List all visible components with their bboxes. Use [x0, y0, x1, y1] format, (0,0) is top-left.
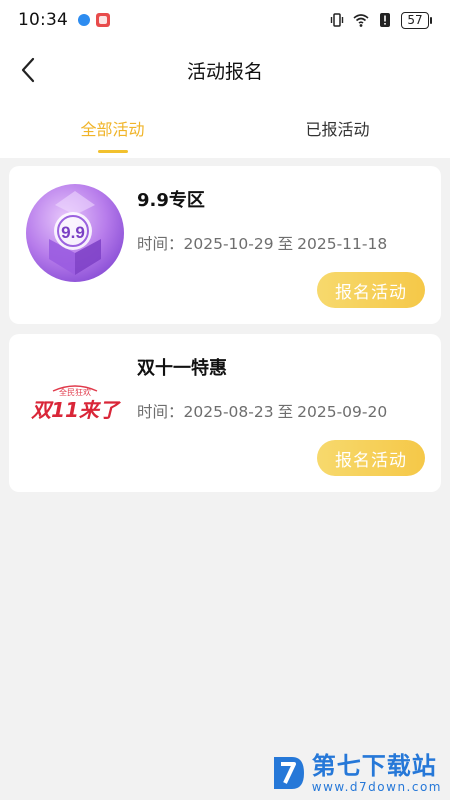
notification-dot-icon [78, 14, 90, 26]
wifi-icon [353, 14, 369, 27]
activity-title: 9.9专区 [137, 190, 205, 211]
status-time: 10:34 [18, 10, 68, 30]
page-title: 活动报名 [186, 60, 263, 83]
vibrate-icon [330, 13, 344, 27]
thumb-text: 双11来了 [30, 398, 122, 422]
activity-thumbnail: 9.9 [25, 183, 125, 283]
watermark-name: 第七下载站 [311, 752, 437, 780]
signup-button[interactable]: 报名活动 [317, 272, 425, 308]
activity-thumbnail: 全民狂欢 双11来了 [25, 351, 125, 451]
activity-time: 时间：2025-08-23 至 2025-09-20 [137, 400, 387, 422]
activity-time: 时间：2025-10-29 至 2025-11-18 [137, 232, 387, 254]
alert-icon [380, 13, 390, 27]
nav-bar: 活动报名 [0, 40, 450, 100]
signup-button[interactable]: 报名活动 [317, 440, 425, 476]
tab-bar: 全部活动 已报活动 [0, 100, 450, 158]
battery-icon: 57 [401, 11, 432, 29]
time-label: 时间： [137, 235, 184, 253]
start-date: 2025-08-23 [183, 403, 274, 421]
d7-logo-icon [273, 757, 304, 789]
back-button[interactable] [16, 54, 40, 86]
tab-label: 已报活动 [305, 120, 370, 139]
activity-card[interactable]: 9.9 9.9专区 时间：2025-10-29 至 2025-11-18 报名活动 [9, 166, 441, 324]
range-separator: 至 [277, 403, 294, 421]
chevron-left-icon [21, 57, 35, 83]
status-right: 57 [329, 11, 432, 29]
thumb-text: 9.9 [61, 223, 85, 242]
double-eleven-logo-icon: 全民狂欢 双11来了 [25, 351, 125, 451]
activity-list: 9.9 9.9专区 时间：2025-10-29 至 2025-11-18 报名活动 … [0, 158, 450, 492]
status-bar: 10:34 57 [0, 0, 450, 40]
status-left: 10:34 [18, 10, 110, 30]
watermark: 第七下载站 www.d7down.com [270, 752, 442, 794]
tab-label: 全部活动 [80, 120, 145, 139]
time-label: 时间： [137, 403, 184, 421]
active-tab-indicator [97, 150, 128, 153]
activity-title: 双十一特惠 [137, 358, 227, 379]
range-separator: 至 [277, 235, 294, 253]
header-area: 10:34 57 活动报名 全部活动 已报活动 [0, 0, 450, 158]
start-date: 2025-10-29 [183, 235, 274, 253]
tab-registered-activities[interactable]: 已报活动 [225, 100, 450, 158]
app-notification-icon [96, 13, 110, 27]
battery-tip [430, 16, 432, 24]
watermark-text: 第七下载站 www.d7down.com [312, 752, 442, 794]
watermark-url: www.d7down.com [311, 780, 442, 794]
end-date: 2025-11-18 [297, 235, 388, 253]
activity-card[interactable]: 全民狂欢 双11来了 双十一特惠 时间：2025-08-23 至 2025-09-2… [9, 334, 441, 492]
nine-nine-badge-icon: 9.9 [26, 184, 124, 282]
battery-level: 57 [401, 11, 429, 29]
end-date: 2025-09-20 [297, 403, 388, 421]
tab-all-activities[interactable]: 全部活动 [0, 100, 225, 158]
thumb-subtext: 全民狂欢 [59, 387, 91, 397]
